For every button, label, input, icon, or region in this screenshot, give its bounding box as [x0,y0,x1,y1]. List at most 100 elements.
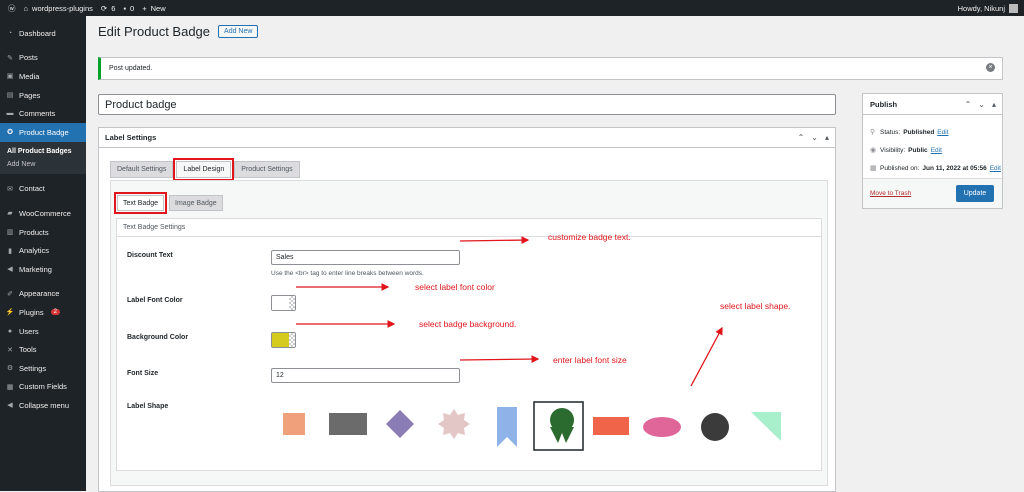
wordpress-logo-icon[interactable]: ⓦ [8,3,16,14]
sidebar-item-contact[interactable]: ✉ Contact [0,180,86,199]
move-down-icon[interactable]: ⌄ [811,133,818,142]
archive-icon: ▥ [6,229,14,237]
main-content: Edit Product Badge Add New Post updated.… [86,16,1024,492]
add-new-button[interactable]: Add New [218,25,259,38]
comments-link[interactable]: ▪ 0 [123,4,134,13]
move-to-trash-link[interactable]: Move to Trash [870,190,911,197]
metabox-controls: ⌃ ⌄ ▴ [798,133,829,142]
comment-icon: ▬ [6,110,14,118]
annotation-background: select badge background. [419,319,517,329]
wrench-icon: ✕ [7,346,13,354]
shape-rosette[interactable] [550,408,574,443]
publish-title: Publish [870,99,898,109]
dismiss-icon[interactable]: × [986,63,995,72]
sidebar-item-products[interactable]: ▥ Products [0,223,86,242]
sidebar-item-plugins[interactable]: ⚡ Plugins 2 [0,303,86,322]
pin-icon: ⚲ [870,129,876,136]
sidebar-item-label: Users [19,326,39,336]
sidebar-item-media[interactable]: ▣ Media [0,67,86,86]
move-down-icon[interactable]: ⌄ [978,100,985,109]
dashboard-icon: ◔ [7,29,13,37]
shape-ellipse[interactable] [643,417,681,437]
annotation-badge-text: customize badge text. [548,232,631,242]
edit-visibility-link[interactable]: Edit [931,147,942,154]
text-badge-settings: Text Badge Settings Discount Text Sales … [116,218,822,471]
collapse-icon: ◀ [7,402,13,410]
user-menu[interactable]: Howdy, Nikunj [957,3,1018,13]
shape-diamond[interactable] [386,410,414,438]
sidebar-item-label: Custom Fields [19,382,67,392]
plugins-update-badge: 2 [50,309,60,316]
label-shape-options [283,401,781,451]
tab-default-settings[interactable]: Default Settings [110,161,174,178]
sidebar-item-marketing[interactable]: ◀ Marketing [0,260,86,279]
badge-icon: ✪ [7,129,13,137]
visibility-value: Public [908,146,928,154]
sidebar-item-label: Marketing [19,264,52,274]
shape-starburst[interactable] [438,409,470,439]
move-up-icon[interactable]: ⌃ [798,133,805,142]
update-button[interactable]: Update [956,185,994,202]
badge-type-tabs: Text Badge Image Badge [113,192,223,214]
toggle-panel-icon[interactable]: ▴ [825,133,829,142]
publish-actions: Move to Trash Update [863,178,1002,208]
new-content-link[interactable]: + New [142,4,165,13]
shape-triangle[interactable] [751,412,781,441]
shape-ribbon[interactable] [497,407,517,447]
sidebar-item-label: Plugins [19,307,44,317]
submenu-all-product-badges[interactable]: All Product Badges [0,145,86,158]
post-title-input[interactable]: Product badge [98,94,836,115]
calendar-icon: ▦ [870,165,877,172]
tab-label-design[interactable]: Label Design [173,158,235,181]
shape-square[interactable] [283,413,305,435]
sidebar-item-label: Media [19,71,40,81]
sidebar-item-label: Analytics [19,246,50,256]
sidebar-item-label: Comments [19,109,56,119]
sidebar-item-users[interactable]: ● Users [0,322,86,341]
edit-status-link[interactable]: Edit [937,129,948,136]
sidebar-item-pages[interactable]: ▤ Pages [0,86,86,105]
tab-image-badge[interactable]: Image Badge [169,195,223,211]
annotation-font-color: select label font color [415,282,495,292]
howdy-text: Howdy, Nikunj [957,3,1005,13]
updates-count: 6 [111,3,116,13]
eye-icon: ◉ [870,147,877,154]
sidebar-item-woocommerce[interactable]: ▰ WooCommerce [0,204,86,223]
publish-controls: ⌃ ⌄ ▴ [965,100,996,109]
edit-date-link[interactable]: Edit [990,165,1001,172]
sidebar-item-posts[interactable]: ✎ Posts [0,49,86,68]
move-up-icon[interactable]: ⌃ [965,100,972,109]
sidebar-item-label: WooCommerce [19,208,71,218]
sidebar-item-settings[interactable]: ⚙ Settings [0,359,86,378]
publish-metabox: Publish ⌃ ⌄ ▴ ⚲ Status: Published Edit ◉ Vis… [862,93,1003,209]
tab-text-badge[interactable]: Text Badge [113,192,168,214]
sidebar-item-dashboard[interactable]: ◔ Dashboard [0,24,86,43]
comments-count: 0 [130,3,135,13]
sidebar-item-analytics[interactable]: ▮ Analytics [0,241,86,260]
tab-product-settings[interactable]: Product Settings [234,161,300,178]
metabox-header: Label Settings [99,128,835,148]
sidebar-item-product-badge[interactable]: ✪ Product Badge [0,122,86,142]
sidebar-item-label: Collapse menu [19,400,70,410]
annotation-label-shape: select label shape. [720,301,791,311]
published-label: Published on: [880,164,920,172]
updates-link[interactable]: ⟳ 6 [101,4,115,13]
submenu-add-new[interactable]: Add New [0,158,86,171]
brush-icon: ✐ [7,290,13,298]
sidebar-item-label: Settings [19,363,47,373]
sidebar-item-tools[interactable]: ✕ Tools [0,340,86,359]
site-name[interactable]: ⌂ wordpress-plugins [24,4,93,13]
shape-circle[interactable] [701,413,729,441]
annotation-font-size: enter label font size [553,355,627,365]
sidebar-collapse-menu[interactable]: ◀ Collapse menu [0,396,86,415]
label-design-panel: Text Badge Image Badge Text Badge Settin… [110,180,828,486]
woo-icon: ▰ [7,210,13,218]
sidebar-item-custom-fields[interactable]: ▦ Custom Fields [0,378,86,397]
product-badge-submenu: All Product Badges Add New [0,141,86,174]
toggle-panel-icon[interactable]: ▴ [992,100,996,109]
shape-rectangle[interactable] [329,413,367,435]
sidebar-item-appearance[interactable]: ✐ Appearance [0,285,86,304]
sidebar-item-comments[interactable]: ▬ Comments [0,104,86,123]
shape-wide-rectangle[interactable] [593,417,629,435]
new-label: New [150,3,166,13]
